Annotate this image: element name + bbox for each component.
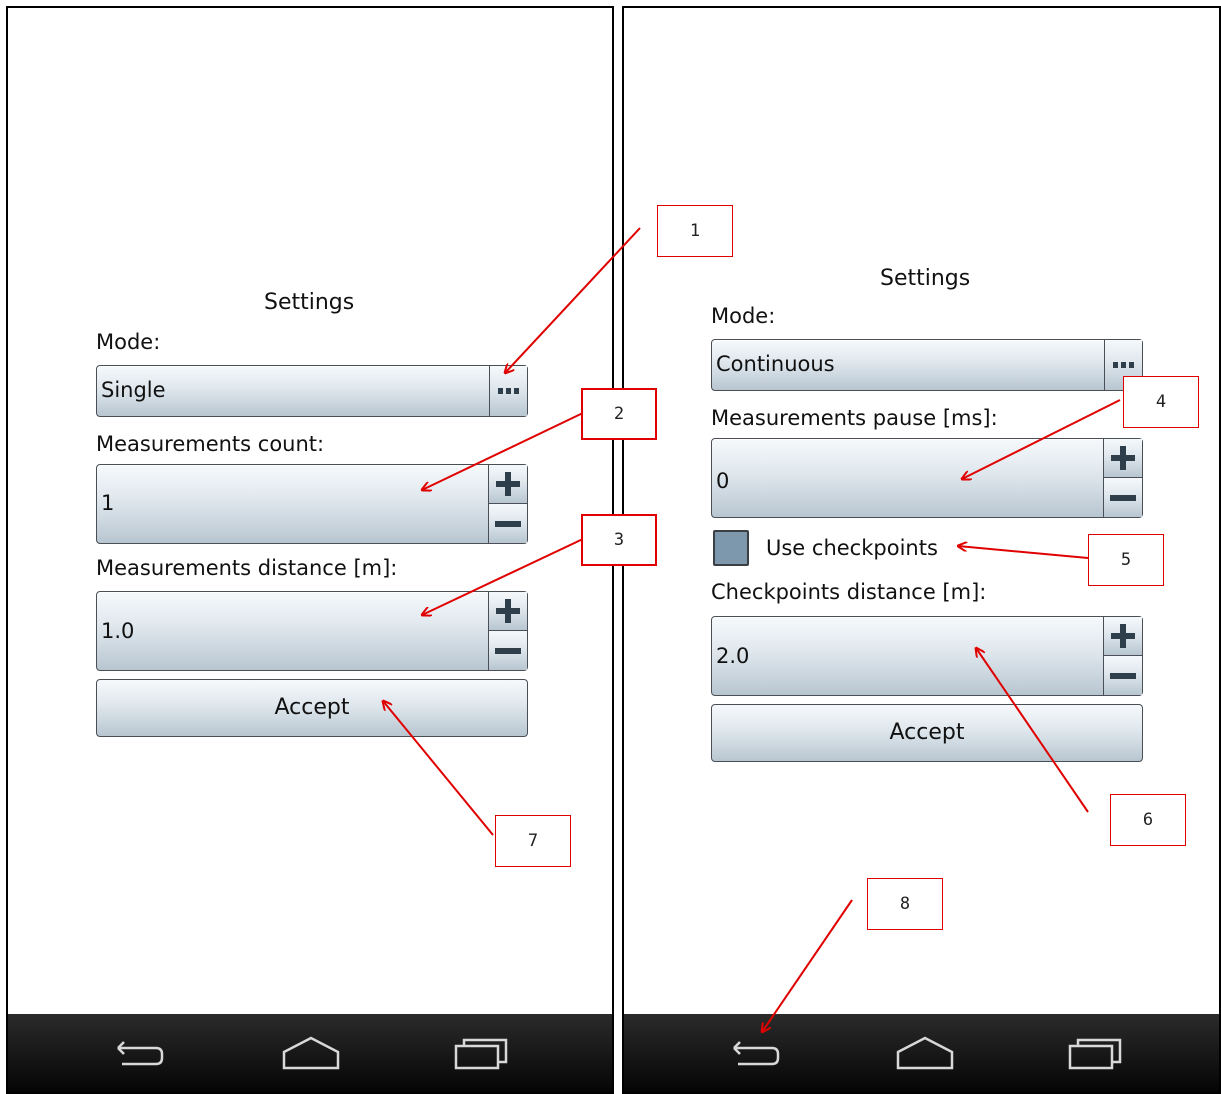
callout-5: 5 — [1088, 534, 1164, 586]
minus-icon — [495, 520, 521, 527]
mode-select[interactable]: Single — [96, 365, 528, 417]
measurements-pause-stepper — [1103, 439, 1142, 517]
home-button[interactable] — [276, 1032, 346, 1076]
checkpoints-distance-value: 2.0 — [716, 644, 750, 668]
back-icon — [117, 1041, 164, 1066]
measurements-count-value: 1 — [101, 491, 115, 515]
measurements-count-label: Measurements count: — [96, 432, 325, 456]
home-icon — [282, 1036, 340, 1070]
recent-apps-icon — [1068, 1038, 1122, 1070]
measurements-distance-value: 1.0 — [101, 619, 135, 643]
decrement-button[interactable] — [1104, 656, 1142, 695]
minus-icon — [1110, 672, 1136, 679]
android-navbar — [8, 1014, 612, 1092]
decrement-button[interactable] — [489, 504, 527, 543]
decrement-button[interactable] — [489, 631, 527, 670]
measurements-count-stepper — [488, 465, 527, 543]
back-button[interactable] — [104, 1032, 174, 1076]
checkpoints-distance-field[interactable]: 2.0 — [711, 616, 1143, 696]
plus-icon — [1111, 446, 1135, 470]
mode-value: Single — [101, 378, 166, 402]
more-icon — [1113, 362, 1134, 368]
minus-icon — [495, 647, 521, 654]
increment-button[interactable] — [489, 465, 527, 504]
callout-3: 3 — [581, 514, 657, 566]
more-icon — [498, 388, 519, 394]
callout-4: 4 — [1123, 376, 1199, 428]
plus-icon — [496, 472, 520, 496]
callout-2: 2 — [581, 388, 657, 440]
checkpoints-distance-label: Checkpoints distance [m]: — [711, 580, 987, 604]
measurements-distance-label: Measurements distance [m]: — [96, 556, 398, 580]
increment-button[interactable] — [489, 592, 527, 631]
recent-apps-icon — [454, 1038, 508, 1070]
use-checkpoints-label[interactable]: Use checkpoints — [766, 536, 938, 560]
back-icon — [733, 1041, 780, 1066]
android-navbar — [624, 1014, 1219, 1092]
measurements-distance-stepper — [488, 592, 527, 670]
back-button[interactable] — [720, 1032, 790, 1076]
accept-button[interactable]: Accept — [96, 679, 528, 737]
home-button[interactable] — [890, 1032, 960, 1076]
callout-7: 7 — [495, 815, 571, 867]
home-icon — [896, 1036, 954, 1070]
decrement-button[interactable] — [1104, 478, 1142, 517]
plus-icon — [496, 599, 520, 623]
settings-title: Settings — [880, 266, 971, 291]
use-checkpoints-checkbox[interactable] — [713, 530, 749, 566]
increment-button[interactable] — [1104, 617, 1142, 656]
settings-title: Settings — [264, 290, 355, 315]
measurements-count-field[interactable]: 1 — [96, 464, 528, 544]
mode-label: Mode: — [96, 330, 161, 354]
checkpoints-distance-stepper — [1103, 617, 1142, 695]
accept-button[interactable]: Accept — [711, 704, 1143, 762]
measurements-pause-value: 0 — [716, 469, 730, 493]
minus-icon — [1110, 494, 1136, 501]
measurements-pause-label: Measurements pause [ms]: — [711, 406, 998, 430]
measurements-pause-field[interactable]: 0 — [711, 438, 1143, 518]
callout-1: 1 — [657, 205, 733, 257]
measurements-distance-field[interactable]: 1.0 — [96, 591, 528, 671]
mode-select[interactable]: Continuous — [711, 339, 1143, 391]
plus-icon — [1111, 624, 1135, 648]
mode-value: Continuous — [716, 352, 835, 376]
recent-apps-button[interactable] — [446, 1032, 516, 1076]
callout-8: 8 — [867, 878, 943, 930]
phone-screen-left: Settings Mode: Single Measurements count… — [6, 6, 614, 1094]
mode-label: Mode: — [711, 304, 776, 328]
callout-6: 6 — [1110, 794, 1186, 846]
mode-options-button[interactable] — [489, 366, 527, 416]
recent-apps-button[interactable] — [1060, 1032, 1130, 1076]
increment-button[interactable] — [1104, 439, 1142, 478]
